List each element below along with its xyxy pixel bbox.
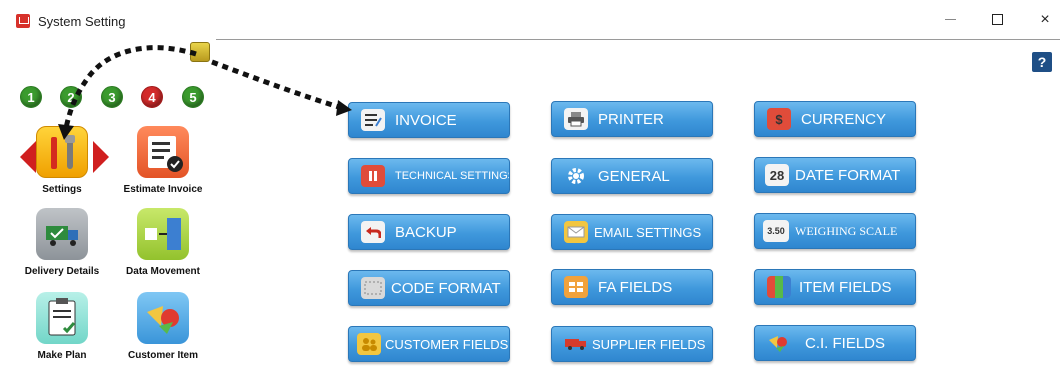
gear-icon: [564, 165, 588, 187]
estimate-invoice-icon: [137, 126, 189, 178]
invoice-label: INVOICE: [395, 111, 457, 129]
code-format-icon: [361, 277, 385, 299]
item-fields-label: ITEM FIELDS: [799, 278, 892, 296]
backup-button[interactable]: BACKUP: [348, 214, 510, 250]
fa-fields-label: FA FIELDS: [598, 278, 673, 296]
item-fields-button[interactable]: ITEM FIELDS: [754, 269, 916, 305]
title-bar: System Setting ×: [0, 0, 1060, 40]
date-format-button[interactable]: 28 DATE FORMAT: [754, 157, 916, 193]
maximize-button[interactable]: [982, 8, 1012, 32]
printer-label: PRINTER: [598, 110, 664, 128]
ci-fields-icon: [767, 332, 791, 354]
delivery-truck-icon: [36, 208, 88, 260]
supplier-truck-icon: [564, 333, 588, 355]
step-1-badge[interactable]: 1: [20, 86, 42, 108]
fa-fields-button[interactable]: FA FIELDS: [551, 269, 713, 305]
email-settings-label: EMAIL SETTINGS: [594, 224, 702, 240]
fa-fields-icon: [564, 276, 588, 298]
general-label: GENERAL: [598, 167, 670, 185]
step-4-badge[interactable]: 4: [141, 86, 163, 108]
code-format-label: CODE FORMAT: [391, 279, 501, 297]
customer-icon: [357, 333, 381, 355]
weighing-scale-button[interactable]: 3.50 WEIGHING SCALE: [754, 213, 916, 249]
help-button[interactable]: ?: [1032, 52, 1052, 72]
sidebar-item-settings[interactable]: Settings: [12, 126, 112, 195]
currency-label: CURRENCY: [801, 110, 887, 128]
sidebar-item-make-plan[interactable]: Make Plan: [12, 292, 112, 361]
sidebar-item-delivery-details[interactable]: Delivery Details: [12, 208, 112, 277]
small-settings-icon[interactable]: [190, 42, 210, 62]
sidebar-item-label: Estimate Invoice: [123, 184, 203, 195]
customer-fields-button[interactable]: CUSTOMER FIELDS: [348, 326, 510, 362]
sidebar-item-label: Settings: [42, 184, 82, 195]
supplier-fields-label: SUPPLIER FIELDS: [592, 336, 706, 352]
currency-icon: $: [767, 108, 791, 130]
printer-button[interactable]: PRINTER: [551, 101, 713, 137]
minimize-icon: [944, 19, 956, 21]
step-5-badge[interactable]: 5: [182, 86, 204, 108]
ci-fields-button[interactable]: C.I. FIELDS: [754, 325, 916, 361]
calendar-icon: 28: [765, 164, 789, 186]
sidebar-item-data-movement[interactable]: Data Movement: [113, 208, 213, 277]
currency-button[interactable]: $ CURRENCY: [754, 101, 916, 137]
general-button[interactable]: GENERAL: [551, 158, 713, 194]
item-fields-icon: [767, 276, 791, 298]
app-cart-icon: [16, 14, 30, 28]
weighing-scale-label: WEIGHING SCALE: [795, 223, 898, 238]
minimize-button[interactable]: [935, 8, 965, 32]
data-movement-icon: [137, 208, 189, 260]
close-button[interactable]: ×: [1030, 8, 1060, 32]
technical-icon: [361, 165, 385, 187]
sidebar-item-customer-item[interactable]: Customer Item: [113, 292, 213, 361]
sidebar-item-label: Make Plan: [37, 350, 87, 361]
wrench-screwdriver-icon: [36, 126, 88, 178]
email-icon: [564, 221, 588, 243]
ci-fields-label: C.I. FIELDS: [805, 334, 886, 352]
maximize-icon: [991, 14, 1003, 26]
clipboard-icon: [36, 292, 88, 344]
date-format-label: DATE FORMAT: [795, 166, 901, 184]
shapes-icon: [137, 292, 189, 344]
content-top-divider: [216, 39, 1060, 40]
scale-icon: 3.50: [763, 220, 789, 242]
printer-icon: [564, 108, 588, 130]
customer-fields-label: CUSTOMER FIELDS: [385, 336, 509, 352]
technical-settings-label: TECHNICAL SETTINGS: [395, 170, 509, 182]
sidebar-item-label: Customer Item: [127, 350, 198, 361]
sidebar-item-estimate-invoice[interactable]: Estimate Invoice: [113, 126, 213, 195]
window-title: System Setting: [38, 14, 126, 29]
sidebar-item-label: Delivery Details: [24, 266, 100, 277]
email-settings-button[interactable]: EMAIL SETTINGS: [551, 214, 713, 250]
code-format-button[interactable]: CODE FORMAT: [348, 270, 510, 306]
step-3-badge[interactable]: 3: [101, 86, 123, 108]
step-2-badge[interactable]: 2: [60, 86, 82, 108]
backup-label: BACKUP: [395, 223, 457, 241]
invoice-icon: [361, 109, 385, 131]
invoice-button[interactable]: INVOICE: [348, 102, 510, 138]
technical-settings-button[interactable]: TECHNICAL SETTINGS: [348, 158, 510, 194]
supplier-fields-button[interactable]: SUPPLIER FIELDS: [551, 326, 713, 362]
sidebar-item-label: Data Movement: [126, 266, 200, 277]
undo-icon: [361, 221, 385, 243]
